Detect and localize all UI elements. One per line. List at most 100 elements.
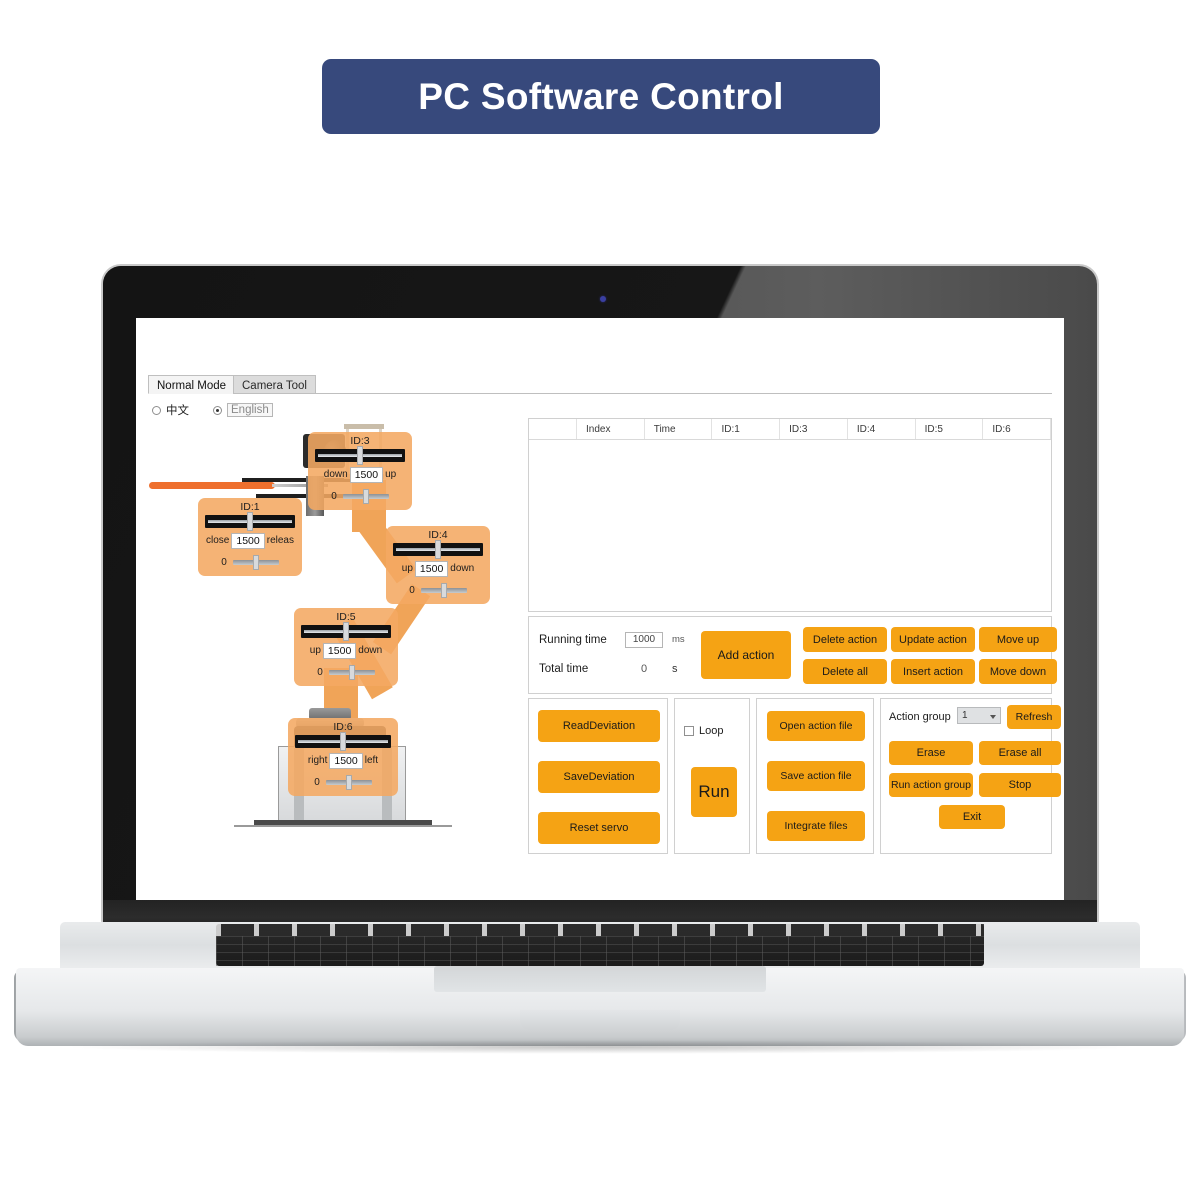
servo-id5-slider-thumb[interactable] — [343, 622, 349, 641]
servo-id6-value[interactable]: 1500 — [329, 752, 363, 769]
integrate-files-button[interactable]: Integrate files — [767, 811, 865, 841]
laptop-front-latch — [520, 1010, 680, 1030]
radio-english-dot[interactable] — [213, 405, 222, 415]
delete-action-button[interactable]: Delete action — [803, 627, 887, 652]
keyboard-function-row — [216, 924, 984, 936]
action-list-table[interactable]: Index Time ID:1 ID:3 ID:4 ID:5 ID:6 — [528, 418, 1052, 612]
laptop-screen: Normal Mode Camera Tool 中文 English ID:1 … — [136, 318, 1064, 902]
open-action-file-button[interactable]: Open action file — [767, 711, 865, 741]
action-group-label: Action group — [889, 711, 951, 723]
servo-id3-slider[interactable] — [315, 446, 405, 465]
servo-id5-min-label: up — [309, 645, 321, 656]
servo-id1-value[interactable]: 1500 — [231, 532, 265, 549]
action-group-select[interactable]: 1 — [957, 707, 1001, 724]
camera-bracket-top — [344, 424, 384, 429]
servo-id4-slider-thumb[interactable] — [435, 540, 441, 559]
servo-id5-slider[interactable] — [301, 622, 391, 641]
run-button[interactable]: Run — [691, 767, 737, 817]
action-edit-button-grid: Delete action Update action Move up Dele… — [803, 627, 1057, 684]
servo-id1-slider[interactable] — [205, 512, 295, 531]
reset-servo-button[interactable]: Reset servo — [538, 812, 660, 844]
servo-id1-deviation-slider[interactable] — [232, 555, 279, 570]
servo-id4-deviation-thumb[interactable] — [440, 583, 447, 598]
servo-control-id4[interactable]: ID:4 up 1500 down 0 — [386, 526, 490, 604]
servo-id1-min-label: close — [206, 535, 230, 546]
erase-all-button[interactable]: Erase all — [979, 741, 1061, 765]
gripper-rod — [149, 482, 275, 489]
chevron-down-icon[interactable] — [990, 715, 996, 719]
servo-id1-deviation-thumb[interactable] — [252, 555, 259, 570]
erase-button[interactable]: Erase — [889, 741, 973, 765]
servo-id6-deviation-value: 0 — [314, 776, 320, 788]
robot-arm-illustration: ID:1 close 1500 releas 0 ID:3 down 1500 … — [146, 418, 521, 858]
servo-id6-slider-thumb[interactable] — [340, 732, 346, 751]
radio-chinese[interactable]: 中文 — [152, 402, 189, 418]
running-time-label: Running time — [539, 633, 607, 646]
table-header-index: Index — [577, 419, 645, 439]
radio-english[interactable]: English — [213, 403, 273, 417]
servo-id3-value[interactable]: 1500 — [349, 466, 384, 483]
servo-id4-slider[interactable] — [393, 540, 483, 559]
action-group-panel: Action group 1 Refresh Erase Erase all R… — [880, 698, 1061, 854]
loop-checkbox[interactable] — [684, 726, 694, 736]
read-deviation-button[interactable]: ReadDeviation — [538, 710, 660, 742]
insert-action-button[interactable]: Insert action — [891, 659, 975, 684]
servo-id5-deviation-value: 0 — [317, 666, 323, 678]
keyboard-keys — [216, 936, 984, 966]
servo-control-id3[interactable]: ID:3 down 1500 up 0 — [308, 432, 412, 510]
servo-id1-value-row: close 1500 releas — [198, 532, 302, 549]
laptop-shadow — [60, 1040, 1140, 1054]
servo-id5-value[interactable]: 1500 — [322, 642, 357, 659]
servo-id5-deviation-thumb[interactable] — [348, 665, 355, 680]
tab-camera-tool[interactable]: Camera Tool — [233, 375, 316, 394]
table-header-id4: ID:4 — [848, 419, 916, 439]
update-action-button[interactable]: Update action — [891, 627, 975, 652]
servo-id3-value-row: down 1500 up — [308, 466, 412, 483]
deviation-panel: ReadDeviation SaveDeviation Reset servo — [528, 698, 668, 854]
laptop-trackpad — [434, 966, 766, 992]
radio-chinese-label: 中文 — [166, 405, 189, 417]
servo-id1-slider-thumb[interactable] — [247, 512, 253, 531]
table-body[interactable] — [529, 440, 1051, 611]
add-action-button[interactable]: Add action — [701, 631, 791, 679]
total-time-value: 0 — [640, 662, 648, 675]
move-down-button[interactable]: Move down — [979, 659, 1057, 684]
tab-normal-mode[interactable]: Normal Mode — [148, 375, 236, 394]
delete-all-button[interactable]: Delete all — [803, 659, 887, 684]
running-time-input[interactable]: 1000 — [625, 631, 663, 648]
servo-id5-deviation-slider[interactable] — [328, 665, 375, 680]
exit-button[interactable]: Exit — [939, 805, 1005, 829]
servo-id3-deviation-thumb[interactable] — [362, 489, 369, 504]
servo-id4-value[interactable]: 1500 — [414, 560, 449, 577]
save-deviation-button[interactable]: SaveDeviation — [538, 761, 660, 793]
servo-id4-deviation-slider[interactable] — [420, 583, 467, 598]
total-time-unit: s — [672, 662, 678, 675]
run-action-group-button[interactable]: Run action group — [889, 773, 973, 797]
move-up-button[interactable]: Move up — [979, 627, 1057, 652]
save-action-file-button[interactable]: Save action file — [767, 761, 865, 791]
servo-control-id5[interactable]: ID:5 up 1500 down 0 — [294, 608, 398, 686]
table-header-time: Time — [645, 419, 713, 439]
radio-chinese-dot[interactable] — [152, 405, 161, 415]
laptop-mockup: Normal Mode Camera Tool 中文 English ID:1 … — [0, 250, 1200, 1054]
servo-id4-deviation-value: 0 — [409, 584, 415, 596]
servo-id6-deviation-thumb[interactable] — [345, 775, 352, 790]
running-time-unit: ms — [672, 634, 685, 645]
servo-id3-slider-thumb[interactable] — [357, 446, 363, 465]
refresh-button[interactable]: Refresh — [1007, 705, 1061, 729]
loop-checkbox-row[interactable]: Loop — [684, 725, 723, 737]
servo-id1-deviation-value: 0 — [221, 556, 227, 568]
laptop-lid: Normal Mode Camera Tool 中文 English ID:1 … — [103, 266, 1097, 926]
servo-id6-slider[interactable] — [295, 732, 391, 751]
servo-control-id6[interactable]: ID:6 right 1500 left 0 — [288, 718, 398, 796]
table-header-corner — [529, 419, 577, 439]
language-selector: 中文 English — [152, 402, 273, 418]
servo-id3-deviation-slider[interactable] — [342, 489, 389, 504]
loop-label: Loop — [699, 725, 724, 737]
stop-button[interactable]: Stop — [979, 773, 1061, 797]
servo-id4-max-label: down — [450, 563, 475, 574]
servo-id6-deviation-slider[interactable] — [325, 775, 372, 790]
servo-control-id1[interactable]: ID:1 close 1500 releas 0 — [198, 498, 302, 576]
run-panel: Loop Run — [674, 698, 750, 854]
table-header-id6: ID:6 — [983, 419, 1052, 439]
